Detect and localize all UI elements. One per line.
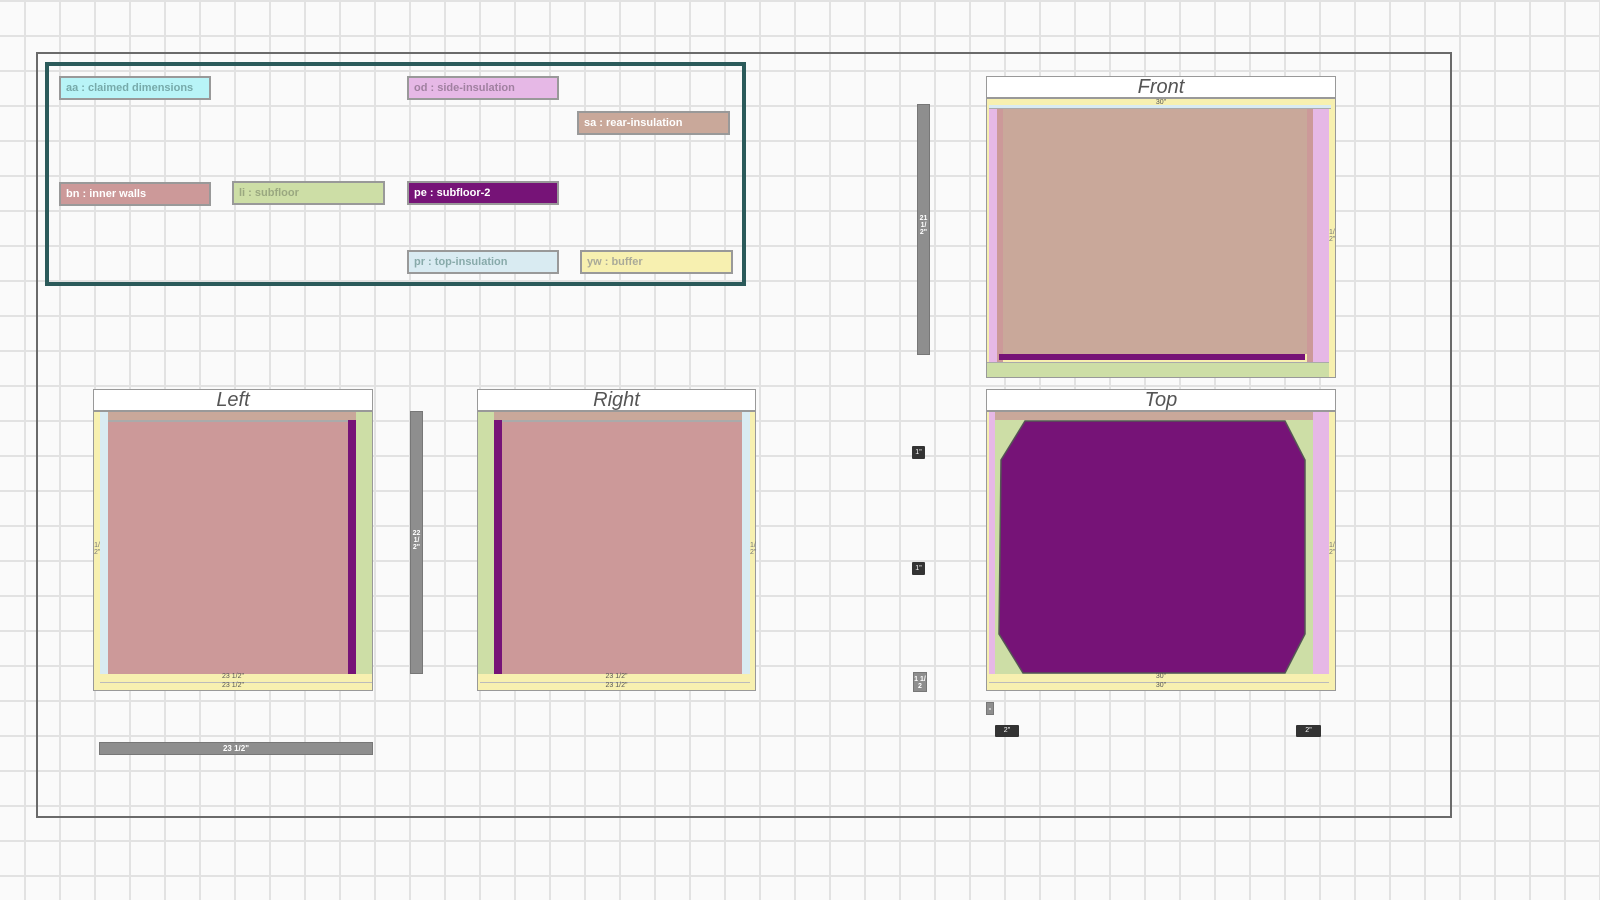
front-height-dimension-bar[interactable]: 21 1/2" [917,104,930,355]
front-view[interactable]: 30" 1/2" [986,98,1336,378]
left-width-dimension: 23 1/2" [222,744,250,753]
dimension-tag[interactable]: 2" [995,725,1019,737]
top-bottom-dimension-outer: 30" [1155,682,1167,689]
left-subfloor [356,412,372,674]
legend-claimed-dimensions[interactable]: aa : claimed dimensions [59,76,211,100]
right-view-title: Right [477,389,756,411]
top-bottom-dimension-inner: 30" [1155,673,1167,680]
legend-buffer[interactable]: yw : buffer [580,250,733,274]
front-subfloor [987,362,1329,377]
top-rear-insulation-edge [995,412,1313,420]
top-side-dimension: 1/2" [1329,542,1336,556]
right-inner-wall [502,420,742,674]
left-top-insulation-edge [100,412,356,420]
dimension-tag[interactable]: 1" [912,562,925,575]
right-view[interactable]: 1/2" 23 1/2" 23 1/2" [477,411,756,691]
left-width-dimension-bar[interactable]: 23 1/2" [99,742,373,755]
front-rear-insulation [1003,109,1307,354]
dimension-tag[interactable]: 2" [1296,725,1321,737]
right-side-dimension: 1/2" [750,542,757,556]
top-view[interactable]: 1/2" 30" 30" [986,411,1336,691]
front-side-insulation-left [989,109,997,362]
legend-side-insulation[interactable]: od : side-insulation [407,76,559,100]
dimension-tag[interactable]: 1" [912,446,925,459]
dimension-tag[interactable]: - [986,702,994,715]
left-bottom-dimension-inner: 23 1/2" [222,673,244,680]
top-subfloor-2-octagon [998,420,1306,674]
front-view-title: Front [986,76,1336,98]
left-inner-wall [108,420,348,674]
legend-subfloor-2[interactable]: pe : subfloor-2 [407,181,559,205]
front-subfloor-2 [999,354,1305,360]
legend-subfloor[interactable]: li : subfloor [232,181,385,205]
left-subfloor-2 [348,420,356,674]
left-height-dimension: 22 1/2" [412,530,421,551]
legend-top-insulation[interactable]: pr : top-insulation [407,250,559,274]
legend-inner-walls[interactable]: bn : inner walls [59,182,211,206]
left-view-title: Left [93,389,373,411]
right-top-insulation-edge [494,412,742,420]
right-bottom-dimension-inner: 23 1/2" [605,673,628,680]
top-view-title: Top [986,389,1336,411]
dimension-tag[interactable]: 1 1/2 [913,672,927,692]
dimension-tag-label: 1 1/2 [914,676,926,690]
front-side-dimension: 1/2" [1329,229,1336,243]
right-bottom-dimension-outer: 23 1/2" [605,682,628,689]
right-subfloor-2 [494,420,502,674]
front-side-insulation-right [1313,109,1329,362]
front-height-dimension: 21 1/2" [919,215,928,236]
left-top-insulation [100,412,108,674]
left-bottom-dimension-outer: 23 1/2" [222,682,244,689]
left-view[interactable]: 1/2" 23 1/2" 23 1/2" [93,411,373,691]
legend-rear-insulation[interactable]: sa : rear-insulation [577,111,730,135]
right-subfloor [478,412,494,674]
top-side-insulation-right [1313,412,1329,674]
left-height-dimension-bar[interactable]: 22 1/2" [410,411,423,674]
right-top-insulation [742,412,750,674]
